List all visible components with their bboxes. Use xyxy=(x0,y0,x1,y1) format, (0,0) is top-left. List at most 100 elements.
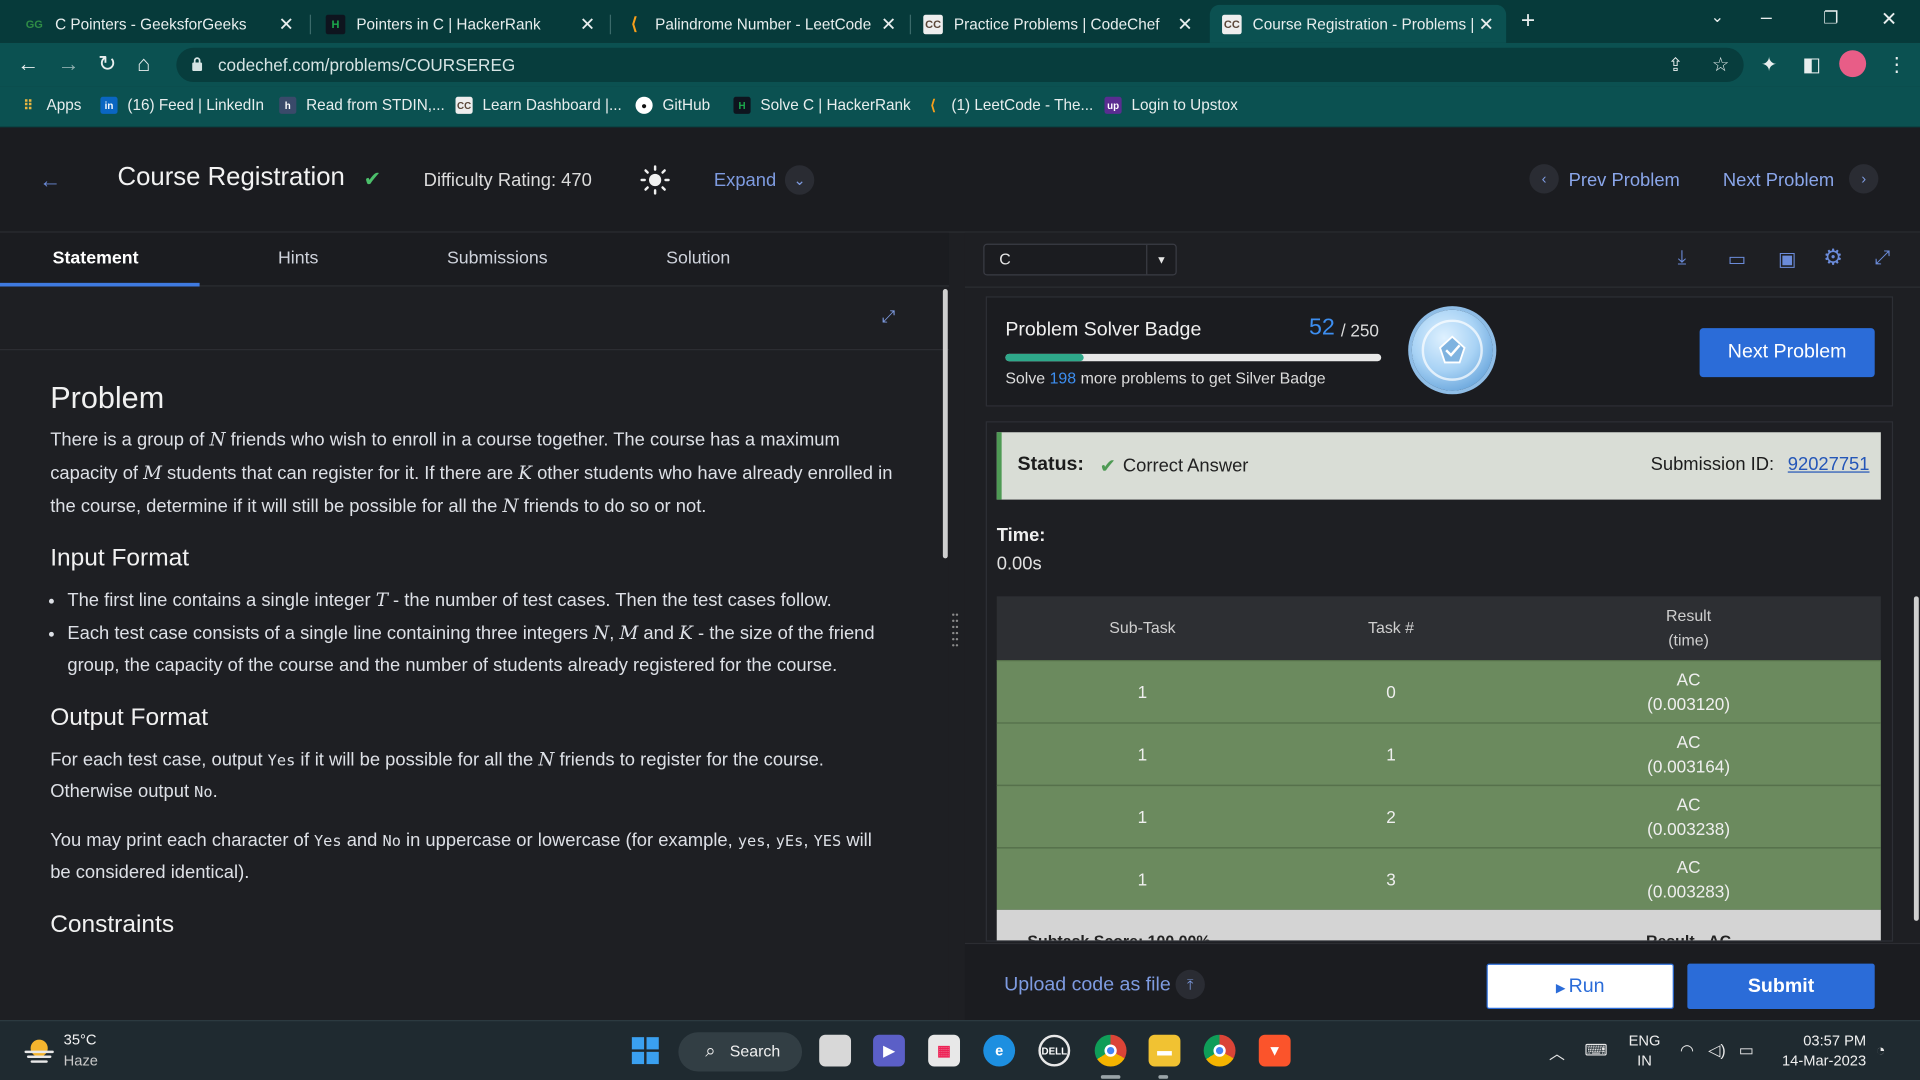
expand-button[interactable]: Expand xyxy=(714,170,776,191)
close-icon[interactable]: ✕ xyxy=(278,13,293,35)
tab-solution[interactable]: Solution xyxy=(666,249,730,269)
tray-chevron-up-icon[interactable]: ︿ xyxy=(1549,1041,1565,1064)
input-language[interactable]: ENG IN xyxy=(1629,1031,1661,1070)
cell-result: AC (0.003120) xyxy=(1647,669,1731,714)
submission-id-link[interactable]: 92027751 xyxy=(1788,454,1870,475)
share-icon[interactable]: ⇪ xyxy=(1668,54,1683,76)
bookmark-label: Apps xyxy=(46,96,82,114)
upload-code-link[interactable]: Upload code as file xyxy=(1004,975,1171,997)
cell-subtask: 1 xyxy=(1137,869,1148,889)
resize-handle-icon[interactable] xyxy=(951,612,959,651)
system-clock[interactable]: 03:57 PM 14-Mar-2023 xyxy=(1773,1031,1866,1070)
statement-toolbar: ⤢ xyxy=(0,287,949,351)
close-icon[interactable]: ✕ xyxy=(1478,13,1493,35)
time-label: Time: xyxy=(996,525,1046,547)
minimize-icon[interactable]: – xyxy=(1761,7,1772,29)
tab-submissions[interactable]: Submissions xyxy=(447,249,548,269)
browser-tab-geeksforgeeks[interactable]: GG C Pointers - GeeksforGeeks ✕ xyxy=(12,5,306,43)
browser-tab-course-registration[interactable]: CC Course Registration - Problems | ✕ xyxy=(1209,4,1507,43)
next-problem-link[interactable]: Next Problem xyxy=(1723,170,1834,191)
browser-tab-codechef[interactable]: CC Practice Problems | CodeChef ✕ xyxy=(911,5,1205,43)
browser-tab-leetcode[interactable]: ⟨ Palindrome Number - LeetCode ✕ xyxy=(612,5,908,43)
fullscreen-icon[interactable]: ⤢ xyxy=(1875,247,1891,269)
microsoft-store-icon[interactable]: ▦ xyxy=(928,1034,961,1067)
bookmark-github[interactable]: ● GitHub xyxy=(635,96,710,114)
search-label: Search xyxy=(729,1042,781,1061)
weather-haze-icon[interactable] xyxy=(22,1036,56,1063)
browser-tab-hackerrank[interactable]: H Pointers in C | HackerRank ✕ xyxy=(313,5,607,43)
download-icon[interactable]: ⤓ xyxy=(1678,247,1687,269)
chevron-right-icon[interactable]: › xyxy=(1848,164,1879,194)
bookmark-apps[interactable]: ⠿ Apps xyxy=(20,96,82,114)
profile-avatar[interactable] xyxy=(1839,50,1867,78)
bookmark-learn-dashboard[interactable]: CC Learn Dashboard |... xyxy=(455,96,622,114)
back-arrow-icon[interactable]: ← xyxy=(39,168,61,194)
bookmark-read-stdin[interactable]: h Read from STDIN,... xyxy=(279,96,445,114)
linkedin-icon: in xyxy=(100,96,118,114)
dell-icon[interactable]: DELL xyxy=(1038,1034,1071,1067)
battery-icon[interactable]: ▭ xyxy=(1739,1041,1754,1061)
comment-icon[interactable]: ▭ xyxy=(1728,247,1747,271)
windows-start-icon[interactable] xyxy=(629,1035,661,1067)
gear-icon[interactable]: ⚙ xyxy=(1823,245,1843,271)
forward-arrow-icon[interactable]: → xyxy=(58,51,80,75)
chrome-icon[interactable] xyxy=(1094,1034,1127,1067)
tab-title: Practice Problems | CodeChef xyxy=(953,15,1160,33)
submit-button[interactable]: Submit xyxy=(1687,963,1875,1009)
browser-toolbar: ← → ↻ ⌂ codechef.com/problems/COURSEREG … xyxy=(0,42,1920,87)
chevron-down-icon[interactable]: ⌄ xyxy=(784,165,815,195)
edge-browser-icon[interactable]: e xyxy=(983,1034,1016,1067)
codechef-icon: CC xyxy=(1222,14,1242,34)
close-window-icon[interactable]: ✕ xyxy=(1881,7,1897,31)
file-explorer-icon[interactable]: ▬ xyxy=(1148,1034,1181,1067)
wifi-icon[interactable]: ◠ xyxy=(1680,1041,1694,1061)
task-view-icon[interactable] xyxy=(819,1034,852,1067)
theme-sun-icon[interactable] xyxy=(640,165,670,195)
brave-browser-icon[interactable]: ▼ xyxy=(1258,1034,1291,1067)
language-select[interactable]: C ▼ xyxy=(983,243,1177,276)
bookmark-upstox[interactable]: up Login to Upstox xyxy=(1104,96,1238,114)
column-subtask: Sub-Task xyxy=(1109,618,1176,637)
bookmark-solve-c[interactable]: H Solve C | HackerRank xyxy=(733,96,911,114)
statement-scrollbar[interactable] xyxy=(942,288,948,559)
prev-problem-link[interactable]: Prev Problem xyxy=(1569,170,1680,191)
tab-hints[interactable]: Hints xyxy=(278,249,318,269)
bookmark-label: Login to Upstox xyxy=(1131,96,1238,114)
table-row: 1 2 AC (0.003238) xyxy=(996,784,1881,848)
bookmark-linkedin[interactable]: in (16) Feed | LinkedIn xyxy=(100,96,264,114)
reload-icon[interactable]: ↻ xyxy=(98,51,116,75)
save-icon[interactable]: ▣ xyxy=(1778,247,1797,271)
tab-statement[interactable]: Statement xyxy=(53,249,139,269)
output-note: You may print each character of Yes and … xyxy=(50,830,872,883)
new-tab-button[interactable]: + xyxy=(1521,7,1535,35)
menu-dots-icon[interactable]: ⋮ xyxy=(1887,53,1907,77)
keyboard-icon[interactable]: ⌨ xyxy=(1585,1041,1608,1061)
back-arrow-icon[interactable]: ← xyxy=(17,51,39,75)
teams-chat-icon[interactable]: ▶ xyxy=(873,1034,905,1067)
bookmark-star-icon[interactable]: ☆ xyxy=(1712,53,1730,77)
home-icon[interactable]: ⌂ xyxy=(137,51,150,75)
running-indicator xyxy=(1158,1075,1169,1079)
chevron-left-icon[interactable]: ‹ xyxy=(1529,164,1559,194)
extensions-icon[interactable]: ✦ xyxy=(1761,53,1777,77)
close-icon[interactable]: ✕ xyxy=(881,13,896,35)
chrome-icon[interactable] xyxy=(1203,1034,1236,1067)
bookmark-leetcode[interactable]: ⟨ (1) LeetCode - The... xyxy=(924,97,1093,114)
close-icon[interactable]: ✕ xyxy=(1177,13,1192,35)
lock-icon xyxy=(192,57,203,72)
side-panel-icon[interactable]: ◧ xyxy=(1802,53,1821,77)
submission-id-label: Submission ID: xyxy=(1650,454,1775,476)
result-scrollbar[interactable] xyxy=(1913,596,1919,921)
address-bar[interactable]: codechef.com/problems/COURSEREG ⇪ ☆ xyxy=(176,47,1744,83)
next-problem-button[interactable]: Next Problem xyxy=(1699,328,1875,378)
notification-icon[interactable]: ◔ xyxy=(1876,1041,1886,1059)
upload-icon[interactable]: ⤒ xyxy=(1175,969,1205,1000)
fullscreen-icon[interactable]: ⤢ xyxy=(882,306,896,327)
close-icon[interactable]: ✕ xyxy=(580,13,595,35)
restore-icon[interactable]: ❐ xyxy=(1823,7,1838,28)
bookmark-label: Learn Dashboard |... xyxy=(482,96,622,114)
taskbar-search[interactable]: ⌕ Search xyxy=(678,1032,803,1072)
volume-icon[interactable]: ◁) xyxy=(1708,1041,1726,1061)
tab-search-icon[interactable]: ⌄ xyxy=(1711,7,1724,27)
run-button[interactable]: ▶ Run xyxy=(1486,963,1674,1009)
